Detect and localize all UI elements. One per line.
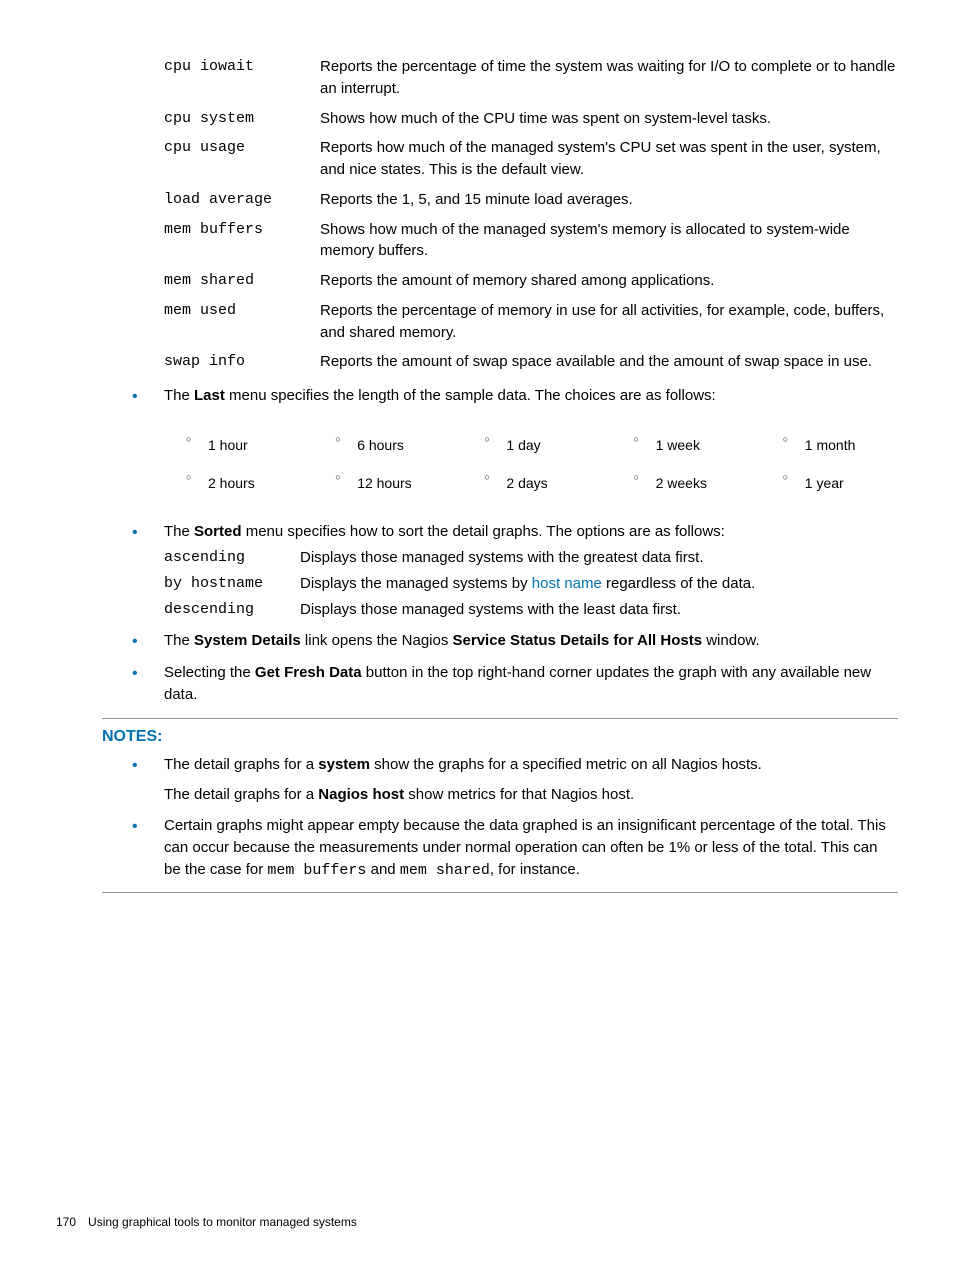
text: The [164, 632, 194, 649]
bold-text: Service Status Details for All Hosts [453, 632, 703, 649]
sorted-desc: Displays those managed systems with the … [300, 547, 898, 569]
sorted-menu-item: The Sorted menu specifies how to sort th… [132, 521, 898, 620]
last-option: 1 year [783, 473, 898, 493]
metric-desc: Reports the percentage of time the syste… [320, 56, 898, 100]
text: window. [702, 632, 760, 649]
last-option: 1 day [484, 435, 599, 455]
text: The [164, 387, 194, 404]
last-option: 2 hours [186, 473, 301, 493]
notes-heading: NOTES: [102, 718, 898, 748]
notes-list: The detail graphs for a system show the … [132, 754, 898, 882]
sorted-table: ascending Displays those managed systems… [164, 547, 898, 620]
text: , for instance. [490, 861, 580, 878]
metric-desc: Reports the amount of swap space availab… [320, 351, 898, 373]
text: show metrics for that Nagios host. [404, 786, 634, 803]
system-details-item: The System Details link opens the Nagios… [132, 630, 898, 652]
metric-term: cpu system [164, 108, 320, 130]
bold-text: Last [194, 387, 225, 404]
last-option: 2 days [484, 473, 599, 493]
metric-row: swap info Reports the amount of swap spa… [164, 351, 898, 373]
hostname-link[interactable]: host name [532, 575, 602, 592]
text: Displays those managed systems with the … [300, 601, 681, 618]
metric-term: cpu usage [164, 137, 320, 181]
text: show the graphs for a specified metric o… [370, 756, 762, 773]
metric-row: cpu usage Reports how much of the manage… [164, 137, 898, 181]
text: Selecting the [164, 664, 255, 681]
notes-item: The detail graphs for a system show the … [132, 754, 898, 806]
text: The [164, 523, 194, 540]
bold-text: Get Fresh Data [255, 664, 362, 681]
bold-text: system [318, 756, 370, 773]
text: The detail graphs for a [164, 786, 318, 803]
last-options-grid: 1 hour 6 hours 1 day 1 week 1 month 2 ho… [186, 435, 898, 494]
metric-term: mem shared [164, 270, 320, 292]
metric-row: mem used Reports the percentage of memor… [164, 300, 898, 344]
sorted-row: ascending Displays those managed systems… [164, 547, 898, 569]
text: The detail graphs for a [164, 756, 318, 773]
metric-row: mem shared Reports the amount of memory … [164, 270, 898, 292]
text: menu specifies the length of the sample … [225, 387, 716, 404]
metric-desc: Shows how much of the CPU time was spent… [320, 108, 898, 130]
bullet-list: The Last menu specifies the length of th… [132, 385, 898, 706]
metric-desc: Reports how much of the managed system's… [320, 137, 898, 181]
text: Displays those managed systems with the … [300, 549, 704, 566]
page-number: 170 [56, 1215, 76, 1229]
metric-term: load average [164, 189, 320, 211]
metric-term: swap info [164, 351, 320, 373]
fresh-data-item: Selecting the Get Fresh Data button in t… [132, 662, 898, 706]
metric-row: cpu iowait Reports the percentage of tim… [164, 56, 898, 100]
sorted-desc: Displays those managed systems with the … [300, 599, 898, 621]
notes-item: Certain graphs might appear empty becaus… [132, 815, 898, 881]
sorted-desc: Displays the managed systems by host nam… [300, 573, 898, 595]
last-option: 2 weeks [634, 473, 749, 493]
notes-section: NOTES: The detail graphs for a system sh… [102, 718, 898, 893]
last-menu-item: The Last menu specifies the length of th… [132, 385, 898, 493]
last-option: 6 hours [335, 435, 450, 455]
metric-desc: Reports the 1, 5, and 15 minute load ave… [320, 189, 898, 211]
text: regardless of the data. [602, 575, 755, 592]
mono-text: mem buffers [267, 862, 366, 879]
text: menu specifies how to sort the detail gr… [242, 523, 725, 540]
metric-row: mem buffers Shows how much of the manage… [164, 219, 898, 263]
metric-row: load average Reports the 1, 5, and 15 mi… [164, 189, 898, 211]
page-footer: 170 Using graphical tools to monitor mana… [56, 1214, 357, 1231]
last-option: 1 hour [186, 435, 301, 455]
text: Displays the managed systems by [300, 575, 532, 592]
metric-term: cpu iowait [164, 56, 320, 100]
metric-row: cpu system Shows how much of the CPU tim… [164, 108, 898, 130]
text-line: The detail graphs for a Nagios host show… [164, 784, 898, 806]
sorted-term: by hostname [164, 573, 300, 595]
bold-text: Sorted [194, 523, 242, 540]
bold-text: System Details [194, 632, 301, 649]
last-option: 1 month [783, 435, 898, 455]
horizontal-rule [102, 892, 898, 893]
bold-text: Nagios host [318, 786, 404, 803]
sorted-term: descending [164, 599, 300, 621]
metrics-table: cpu iowait Reports the percentage of tim… [164, 56, 898, 373]
metric-desc: Shows how much of the managed system's m… [320, 219, 898, 263]
sorted-term: ascending [164, 547, 300, 569]
footer-title: Using graphical tools to monitor managed… [88, 1215, 357, 1229]
last-option: 12 hours [335, 473, 450, 493]
metric-term: mem buffers [164, 219, 320, 263]
metric-term: mem used [164, 300, 320, 344]
sorted-row: by hostname Displays the managed systems… [164, 573, 898, 595]
text: link opens the Nagios [301, 632, 453, 649]
metric-desc: Reports the amount of memory shared amon… [320, 270, 898, 292]
sorted-row: descending Displays those managed system… [164, 599, 898, 621]
text: and [366, 861, 399, 878]
mono-text: mem shared [400, 862, 490, 879]
last-option: 1 week [634, 435, 749, 455]
metric-desc: Reports the percentage of memory in use … [320, 300, 898, 344]
